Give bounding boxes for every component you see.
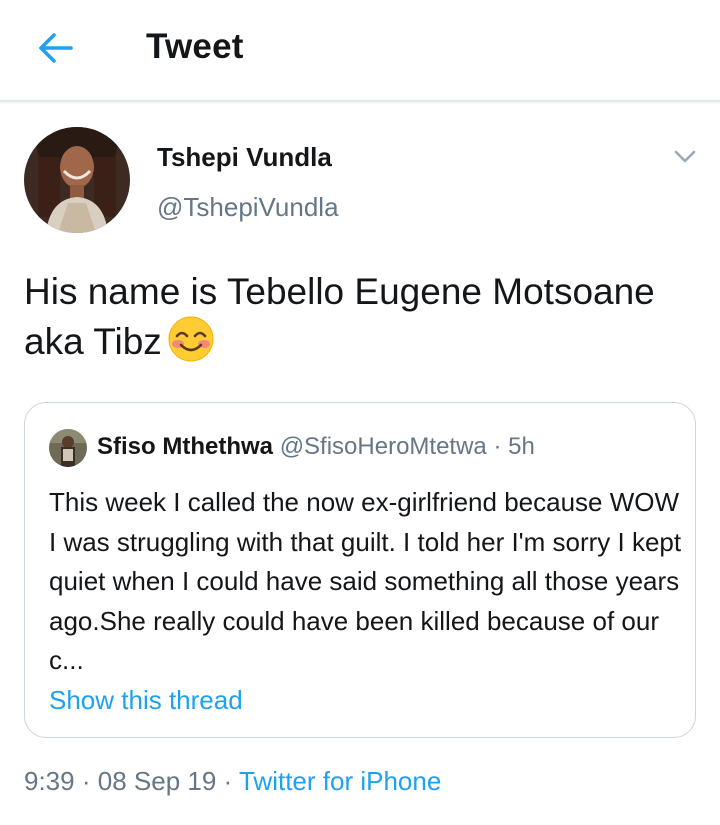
top-bar: Tweet (0, 0, 720, 102)
quoted-author-name: Sfiso Mthethwa (97, 433, 274, 460)
avatar[interactable] (24, 127, 130, 233)
arrow-left-icon (39, 33, 73, 63)
chevron-down-icon (674, 150, 696, 163)
tweet-time: 9:39 (24, 766, 75, 796)
quoted-header: Sfiso Mthethwa @SfisoHeroMtetwa · 5h (97, 433, 535, 461)
tweet-text: His name is Tebello Eugene Motsoane aka … (24, 268, 684, 374)
quoted-avatar (49, 429, 87, 467)
author-handle[interactable]: @TshepiVundla (157, 192, 339, 223)
more-options-button[interactable] (668, 142, 702, 172)
smiling-face-with-smiling-eyes-icon (168, 316, 214, 374)
page-title: Tweet (146, 27, 244, 66)
quoted-author-handle: @SfisoHeroMtetwa (279, 433, 487, 460)
quoted-separator: · (493, 433, 502, 460)
footer-separator-2: · (223, 766, 233, 796)
tweet-footer: 9:39 · 08 Sep 19 · Twitter for iPhone (24, 766, 441, 797)
footer-separator: · (81, 766, 91, 796)
show-thread-link[interactable]: Show this thread (49, 685, 243, 716)
back-button[interactable] (34, 28, 76, 68)
quoted-text: This week I called the now ex-girlfriend… (49, 487, 682, 675)
author-name[interactable]: Tshepi Vundla (157, 142, 332, 173)
tweet-source-link[interactable]: Twitter for iPhone (239, 766, 441, 796)
quoted-time: 5h (508, 433, 535, 460)
tweet-date: 08 Sep 19 (97, 766, 217, 796)
quoted-tweet[interactable]: Sfiso Mthethwa @SfisoHeroMtetwa · 5h Thi… (24, 402, 696, 738)
tweet-body: His name is Tebello Eugene Motsoane aka … (24, 271, 655, 362)
